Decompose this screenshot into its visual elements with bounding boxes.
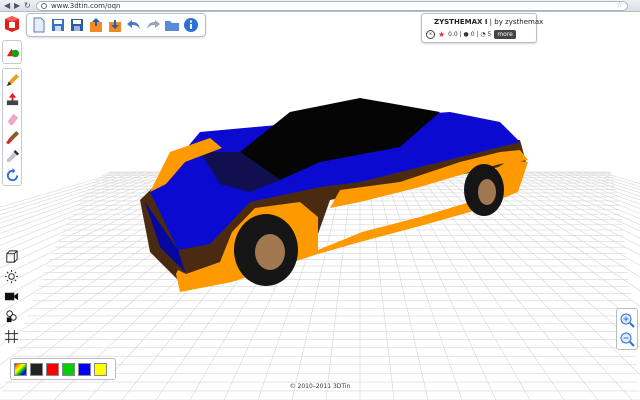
grid-line <box>543 171 640 209</box>
color-swatch-red[interactable] <box>46 362 59 376</box>
grid-line <box>535 171 640 214</box>
grid-line <box>375 171 429 400</box>
grid-line <box>367 171 395 400</box>
export-icon[interactable] <box>87 15 105 35</box>
shapes-palette <box>2 40 22 64</box>
back-icon[interactable]: ◀ <box>4 1 10 11</box>
save-as-icon[interactable] <box>68 15 86 35</box>
zoom-out-icon[interactable] <box>619 331 635 347</box>
grid-line <box>511 171 640 232</box>
zoom-in-icon[interactable] <box>619 312 635 328</box>
3dtin-logo[interactable] <box>2 14 22 34</box>
grid-line <box>567 171 640 197</box>
grid-line <box>383 171 463 400</box>
group-icon[interactable] <box>3 308 20 325</box>
color-swatch-yellow[interactable] <box>94 362 107 376</box>
view-palette <box>2 248 22 348</box>
bookmark-star-icon[interactable]: ☆ <box>616 1 623 9</box>
eraser-icon[interactable] <box>4 110 21 127</box>
grid-line <box>527 171 640 220</box>
redo-icon[interactable] <box>144 15 162 35</box>
eyedropper-icon[interactable] <box>4 148 21 165</box>
grid-line <box>503 171 640 239</box>
model-stats-row: ∞ ★ 0.0 | ● 0 | ◔ 5 more <box>426 30 516 39</box>
more-button[interactable]: more <box>494 30 516 39</box>
scene-canvas[interactable] <box>0 12 640 400</box>
import-icon[interactable] <box>106 15 124 35</box>
color-swatch-blue[interactable] <box>78 362 91 376</box>
rear-wheel <box>464 164 504 216</box>
3d-viewport[interactable] <box>0 12 640 400</box>
comment-icon[interactable]: ∞ <box>426 30 435 39</box>
model-title: ZYSTHEMAX I | by zysthemax <box>434 18 543 26</box>
extrude-icon[interactable] <box>4 91 21 108</box>
zoom-controls <box>616 308 638 350</box>
paint-brush-icon[interactable] <box>4 129 21 146</box>
car-model[interactable] <box>140 98 528 292</box>
color-swatch-black[interactable] <box>30 362 43 376</box>
save-icon[interactable] <box>49 15 67 35</box>
tools-palette <box>2 68 22 186</box>
model-stats: 0.0 | ● 0 | ◔ 5 <box>448 31 492 38</box>
browser-chrome: ◀ ▶ ↻ www.3dtin.com/oqn ☆ <box>0 0 640 12</box>
grid-line <box>415 171 599 400</box>
cube-view-icon[interactable] <box>3 248 20 265</box>
model-name: ZYSTHEMAX I <box>434 18 488 26</box>
grid-line <box>495 171 640 247</box>
undo-icon[interactable] <box>125 15 143 35</box>
model-info-panel: ZYSTHEMAX I | by zysthemax ∞ ★ 0.0 | ● 0… <box>421 13 543 43</box>
grid-line <box>551 171 640 205</box>
camera-icon[interactable] <box>3 288 20 305</box>
grid-icon[interactable] <box>3 328 20 345</box>
grid-line <box>559 171 640 201</box>
new-file-icon[interactable] <box>30 15 48 35</box>
front-wheel <box>234 214 298 286</box>
forward-icon[interactable]: ▶ <box>14 1 20 11</box>
rainbow-color-picker-icon[interactable] <box>14 362 27 376</box>
grid-line <box>479 171 640 266</box>
pencil-icon[interactable] <box>4 72 21 89</box>
light-icon[interactable] <box>3 268 20 285</box>
model-byline[interactable]: | by zysthemax <box>490 18 544 26</box>
rating-star-icon[interactable]: ★ <box>438 30 445 39</box>
color-palette <box>10 358 116 380</box>
url-text: www.3dtin.com/oqn <box>51 2 121 10</box>
site-info-icon <box>41 3 47 9</box>
main-toolbar <box>26 13 206 37</box>
address-bar[interactable]: www.3dtin.com/oqn ☆ <box>36 1 628 11</box>
color-swatch-green[interactable] <box>62 362 75 376</box>
refresh-icon[interactable] <box>4 167 21 184</box>
copyright-footer: © 2010–2011 3DTin <box>289 383 351 390</box>
grid-line <box>423 171 633 400</box>
reload-icon[interactable]: ↻ <box>24 1 31 11</box>
shapes-icon[interactable] <box>4 44 21 61</box>
open-folder-icon[interactable] <box>163 15 181 35</box>
info-icon[interactable] <box>182 15 200 35</box>
